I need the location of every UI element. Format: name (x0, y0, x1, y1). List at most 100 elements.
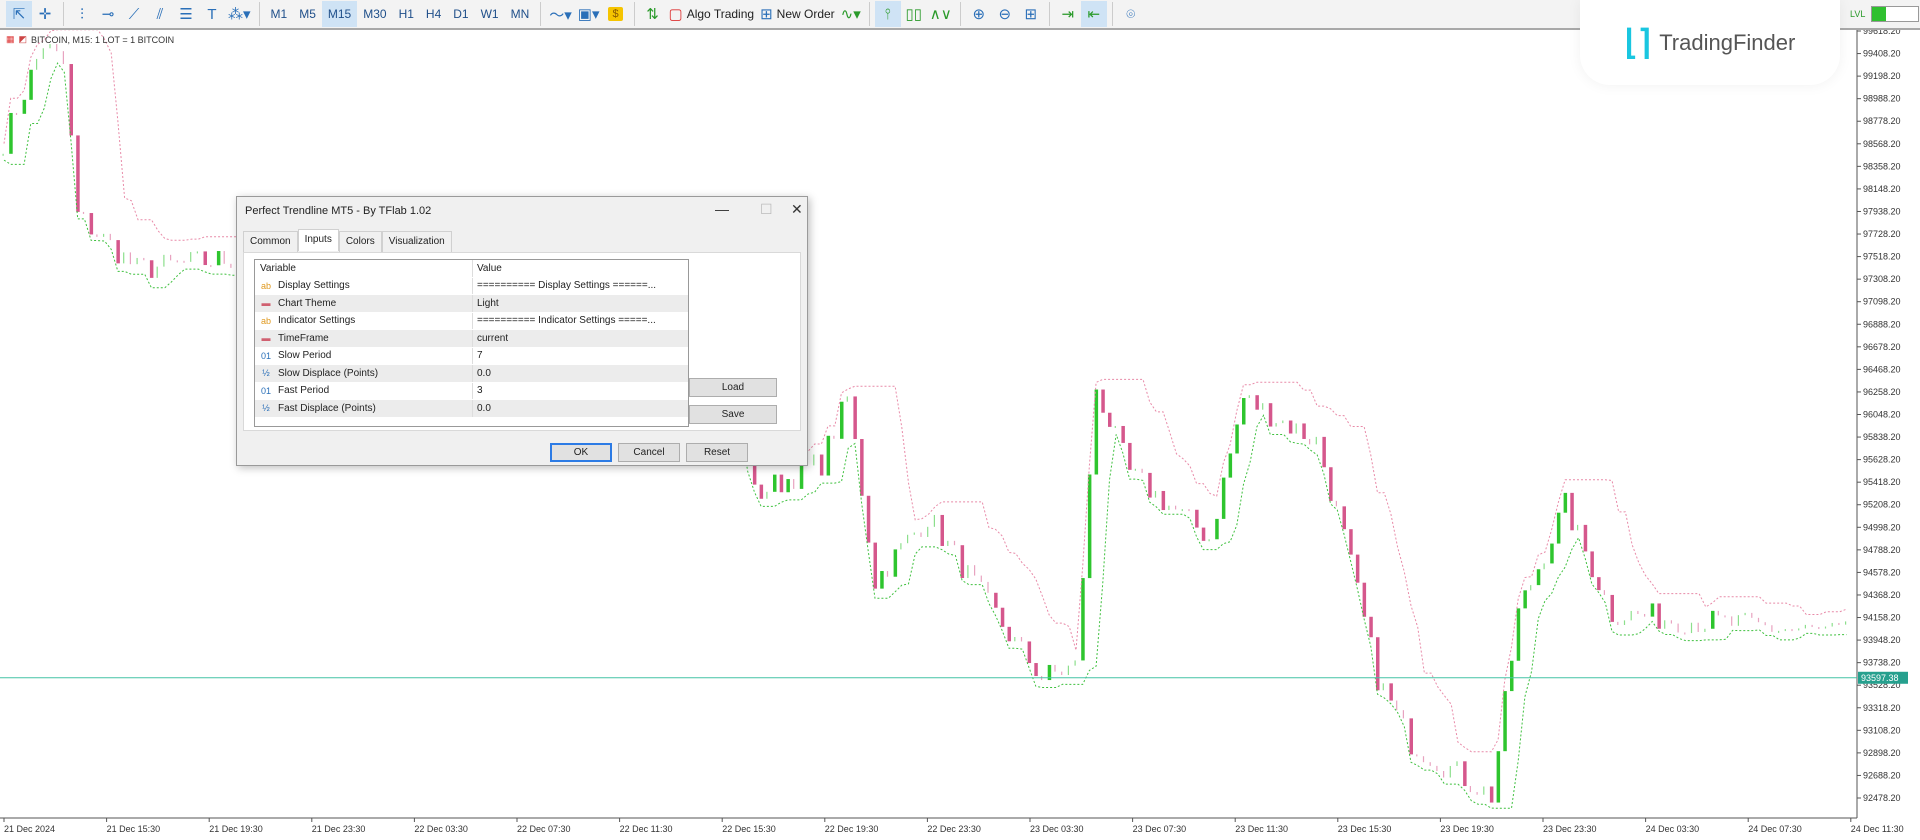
ok-button[interactable]: OK (550, 443, 612, 462)
load-button[interactable]: Load (689, 378, 777, 397)
bull-bar (1556, 512, 1561, 544)
bull-bar (216, 251, 221, 266)
timeframe-m30[interactable]: M30 (357, 1, 392, 27)
shapes-menu-icon[interactable]: ⁂▾ (225, 1, 254, 27)
bar-chart-icon[interactable]: ⫯ (874, 1, 901, 27)
bear-bar (176, 260, 178, 263)
variable-value[interactable]: 0.0 (473, 403, 491, 414)
tab-colors[interactable]: Colors (338, 231, 382, 253)
save-button[interactable]: Save (689, 405, 777, 424)
new-order-button[interactable]: ⊞ New Order (757, 1, 838, 27)
table-row[interactable]: ▬ Chart Theme Light (255, 295, 688, 313)
tab-inputs[interactable]: Inputs (297, 229, 339, 251)
timeframe-mn[interactable]: MN (505, 1, 536, 27)
bear-bar (1000, 607, 1005, 627)
inputs-panel: Variable Value ab Display Settings =========… (243, 252, 801, 431)
line-chart-menu-icon[interactable]: ∿▾ (838, 1, 864, 27)
maximize-button[interactable]: ☐ (760, 201, 773, 218)
price-label: 95418.20 (1863, 477, 1901, 487)
zoom-out-icon[interactable]: ⊖ (992, 1, 1018, 27)
timeframe-w1[interactable]: W1 (475, 1, 505, 27)
bear-bar (860, 439, 864, 496)
variable-value[interactable]: current (473, 333, 508, 344)
text-tool-icon[interactable]: T (199, 1, 225, 27)
bear-bar (793, 479, 795, 489)
timeframe-h1[interactable]: H1 (393, 1, 420, 27)
line-chart-icon[interactable]: ∧∨ (927, 1, 955, 27)
bear-bar (1811, 624, 1813, 628)
bull-bar (163, 254, 165, 267)
timeframe-h4[interactable]: H4 (420, 1, 447, 27)
bear-bar (1288, 420, 1293, 434)
tile-windows-icon[interactable]: ⊞ (1018, 1, 1044, 27)
tab-visualization[interactable]: Visualization (381, 231, 452, 253)
column-variable: Variable (255, 260, 473, 277)
time-label: 22 Dec 11:30 (620, 824, 673, 834)
scroll-end-icon[interactable]: ⇥ (1055, 1, 1081, 27)
variable-value[interactable]: ========== Indicator Settings =====... (473, 315, 656, 326)
screenshot-icon[interactable]: ⌾ (1118, 1, 1144, 27)
table-row[interactable]: ab Display Settings ========== Display Set… (255, 277, 688, 295)
tab-common[interactable]: Common (243, 231, 298, 253)
variable-value[interactable]: 3 (473, 385, 483, 396)
table-row[interactable]: ½ Fast Displace (Points) 0.0 (255, 400, 688, 418)
time-label: 23 Dec 03:30 (1030, 824, 1084, 834)
close-button[interactable]: ✕ (791, 201, 803, 218)
bear-bar (1603, 590, 1605, 595)
bear-bar (1570, 492, 1574, 531)
table-row[interactable]: 01 Fast Period 3 (255, 382, 688, 400)
bear-bar (170, 254, 172, 261)
indicators-menu-icon[interactable]: 〜▾ (546, 1, 575, 27)
price-label: 97308.20 (1863, 274, 1901, 284)
vertical-line-icon[interactable]: ⫶ (69, 1, 95, 27)
price-label: 93948.20 (1863, 635, 1901, 645)
variable-value[interactable]: 0.0 (473, 368, 491, 379)
variable-name: Slow Period (278, 350, 332, 362)
chart-symbol-text: BITCOIN, M15: 1 LOT = 1 BITCOIN (31, 34, 175, 45)
table-row[interactable]: ab Indicator Settings ========== Indicator… (255, 312, 688, 330)
minimize-button[interactable]: — (715, 201, 729, 217)
bull-bar (1523, 590, 1527, 609)
level-label: LVL (1850, 9, 1866, 19)
bull-bar (1550, 543, 1554, 564)
market-icon[interactable]: $ (603, 1, 629, 27)
zoom-in-icon[interactable]: ⊕ (966, 1, 992, 27)
fibonacci-icon[interactable]: ☰ (173, 1, 199, 27)
channel-icon[interactable]: ⫽ (147, 1, 173, 27)
candlestick-chart-icon[interactable]: ▯▯ (901, 1, 927, 27)
algo-trading-button[interactable]: ▢ Algo Trading (666, 1, 758, 27)
toolbar-divider (63, 2, 64, 26)
horizontal-line-icon[interactable]: ⊸ (95, 1, 121, 27)
bear-bar (1369, 616, 1373, 638)
cursor-tool-icon[interactable]: ⇱ (6, 1, 32, 27)
crosshair-tool-icon[interactable]: ✛ (32, 1, 58, 27)
bull-bar (1215, 518, 1219, 540)
templates-menu-icon[interactable]: ▣▾ (575, 1, 603, 27)
table-row[interactable]: ½ Slow Displace (Points) 0.0 (255, 365, 688, 383)
variable-value[interactable]: 7 (473, 350, 483, 361)
bear-bar (866, 495, 871, 543)
bear-bar (1677, 623, 1679, 633)
timeframe-d1[interactable]: D1 (447, 1, 474, 27)
one-click-trading-icon[interactable]: ⇅ (640, 1, 666, 27)
cancel-button[interactable]: Cancel (618, 443, 680, 462)
bull-bar (907, 534, 909, 544)
ab-type-icon: ab (260, 315, 271, 326)
timeframe-m5[interactable]: M5 (293, 1, 322, 27)
table-row[interactable]: 01 Slow Period 7 (255, 347, 688, 365)
table-row[interactable]: ▬ TimeFrame current (255, 330, 688, 348)
chart-shift-icon[interactable]: ⇤ (1080, 1, 1107, 27)
bull-bar (1181, 509, 1183, 512)
timeframe-m1[interactable]: M1 (265, 1, 294, 27)
price-label: 96258.20 (1863, 387, 1901, 397)
price-label: 94998.20 (1863, 522, 1901, 532)
bear-bar (853, 396, 857, 440)
variable-value[interactable]: ========== Display Settings ======... (473, 280, 656, 291)
timeframe-m15[interactable]: M15 (321, 1, 358, 27)
variable-value[interactable]: Light (473, 298, 499, 309)
bear-bar (759, 484, 764, 499)
trendline-icon[interactable]: ⟋ (121, 1, 147, 27)
price-label: 98358.20 (1863, 161, 1901, 171)
time-label: 24 Dec 03:30 (1646, 824, 1700, 834)
reset-button[interactable]: Reset (686, 443, 748, 462)
